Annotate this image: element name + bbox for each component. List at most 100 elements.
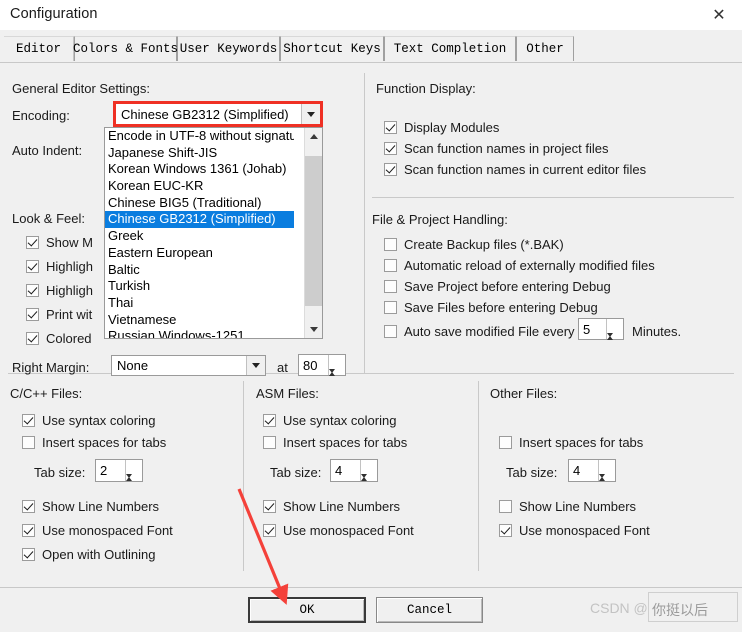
checkbox-show-m[interactable]: Show M xyxy=(26,235,93,250)
checkbox-scan-project-files[interactable]: Scan function names in project files xyxy=(384,141,609,156)
tab-text-completion[interactable]: Text Completion xyxy=(384,36,516,61)
checkbox-icon[interactable] xyxy=(26,284,39,297)
encoding-dropdown-list[interactable]: Encode in UTF-8 without signature Japanes… xyxy=(104,127,323,339)
checkbox-icon[interactable] xyxy=(26,332,39,345)
stepper-down-icon[interactable] xyxy=(329,369,345,391)
autosave-minutes-stepper[interactable]: 5 xyxy=(578,318,624,354)
dropdown-option[interactable]: Encode in UTF-8 without signature xyxy=(105,128,294,145)
checkbox-asm-monospaced[interactable]: Use monospaced Font xyxy=(263,523,414,538)
asm-tab-size-label: Tab size: xyxy=(270,465,322,480)
checkbox-highlight-1[interactable]: Highligh xyxy=(26,259,93,274)
stepper-down-icon[interactable] xyxy=(126,474,142,496)
checkbox-highlight-2[interactable]: Highligh xyxy=(26,283,93,298)
dropdown-option[interactable]: Korean EUC-KR xyxy=(105,178,294,195)
checkbox-scan-editor-files[interactable]: Scan function names in current editor fi… xyxy=(384,162,646,177)
dropdown-option[interactable]: Chinese BIG5 (Traditional) xyxy=(105,195,294,212)
checkbox-create-backup[interactable]: Create Backup files (*.BAK) xyxy=(384,237,564,252)
checkbox-icon[interactable] xyxy=(26,260,39,273)
checkbox-c-syntax-coloring[interactable]: Use syntax coloring xyxy=(22,413,155,428)
stepper-down-icon[interactable] xyxy=(361,474,377,496)
chevron-up-icon[interactable] xyxy=(305,128,322,145)
checkbox-other-insert-spaces[interactable]: Insert spaces for tabs xyxy=(499,435,643,450)
checkbox-icon[interactable] xyxy=(384,121,397,134)
checkbox-icon[interactable] xyxy=(384,163,397,176)
checkbox-icon[interactable] xyxy=(499,500,512,513)
close-icon[interactable]: ✕ xyxy=(696,0,742,30)
stepper-buttons[interactable] xyxy=(598,460,615,495)
asm-tab-size-stepper[interactable]: 4 xyxy=(330,459,378,495)
dropdown-option[interactable]: Japanese Shift-JIS xyxy=(105,145,294,162)
checkbox-icon[interactable] xyxy=(384,301,397,314)
checkbox-icon[interactable] xyxy=(384,280,397,293)
tab-user-keywords[interactable]: User Keywords xyxy=(177,36,280,61)
dropdown-option[interactable]: Greek xyxy=(105,228,294,245)
tab-editor[interactable]: Editor xyxy=(4,36,74,61)
checkbox-other-monospaced[interactable]: Use monospaced Font xyxy=(499,523,650,538)
checkbox-icon[interactable] xyxy=(22,414,35,427)
right-margin-combobox[interactable]: None xyxy=(111,355,266,376)
checkbox-save-project-debug[interactable]: Save Project before entering Debug xyxy=(384,279,611,294)
checkbox-icon[interactable] xyxy=(384,142,397,155)
checkbox-save-files-debug[interactable]: Save Files before entering Debug xyxy=(384,300,598,315)
checkbox-c-line-numbers[interactable]: Show Line Numbers xyxy=(22,499,159,514)
dropdown-option[interactable]: Baltic xyxy=(105,262,294,279)
checkbox-c-insert-spaces[interactable]: Insert spaces for tabs xyxy=(22,435,166,450)
checkbox-display-modules[interactable]: Display Modules xyxy=(384,120,499,135)
dropdown-option[interactable]: Turkish xyxy=(105,278,294,295)
stepper-down-icon[interactable] xyxy=(599,474,615,496)
checkbox-icon[interactable] xyxy=(263,414,276,427)
checkbox-icon[interactable] xyxy=(263,436,276,449)
checkbox-icon[interactable] xyxy=(22,524,35,537)
stepper-buttons[interactable] xyxy=(606,319,623,354)
checkbox-icon[interactable] xyxy=(263,500,276,513)
checkbox-auto-reload[interactable]: Automatic reload of externally modified … xyxy=(384,258,655,273)
checkbox-label: Highligh xyxy=(46,283,93,298)
cancel-button[interactable]: Cancel xyxy=(376,597,483,623)
stepper-buttons[interactable] xyxy=(360,460,377,495)
dropdown-option[interactable]: Chinese GB2312 (Simplified) xyxy=(105,211,294,229)
checkbox-icon[interactable] xyxy=(22,548,35,561)
checkbox-icon[interactable] xyxy=(499,524,512,537)
checkbox-icon[interactable] xyxy=(26,308,39,321)
checkbox-asm-insert-spaces[interactable]: Insert spaces for tabs xyxy=(263,435,407,450)
other-tab-size-stepper[interactable]: 4 xyxy=(568,459,616,495)
checkbox-icon[interactable] xyxy=(384,325,397,338)
dropdown-scrollbar[interactable] xyxy=(304,128,322,338)
checkbox-c-outlining[interactable]: Open with Outlining xyxy=(22,547,155,562)
chevron-down-icon[interactable] xyxy=(305,321,322,338)
dropdown-option[interactable]: Vietnamese xyxy=(105,312,294,329)
stepper-down-icon[interactable] xyxy=(607,333,623,355)
stepper-buttons[interactable] xyxy=(328,355,345,390)
c-tab-size-stepper[interactable]: 2 xyxy=(95,459,143,495)
checkbox-other-line-numbers[interactable]: Show Line Numbers xyxy=(499,499,636,514)
checkbox-icon[interactable] xyxy=(384,238,397,251)
checkbox-asm-syntax-coloring[interactable]: Use syntax coloring xyxy=(263,413,396,428)
checkbox-colored[interactable]: Colored xyxy=(26,331,92,346)
checkbox-icon[interactable] xyxy=(384,259,397,272)
checkbox-c-monospaced[interactable]: Use monospaced Font xyxy=(22,523,173,538)
dropdown-option[interactable]: Thai xyxy=(105,295,294,312)
dropdown-option[interactable]: Korean Windows 1361 (Johab) xyxy=(105,161,294,178)
tab-label: Text Completion xyxy=(393,42,507,56)
tab-shortcut-keys[interactable]: Shortcut Keys xyxy=(280,36,384,61)
checkbox-icon[interactable] xyxy=(22,500,35,513)
stepper-buttons[interactable] xyxy=(125,460,142,495)
scrollbar-thumb[interactable] xyxy=(305,156,322,306)
dropdown-option[interactable]: Russian Windows-1251 xyxy=(105,328,294,338)
ok-button[interactable]: OK xyxy=(248,597,366,623)
checkbox-icon[interactable] xyxy=(26,236,39,249)
chevron-down-icon[interactable] xyxy=(301,104,320,124)
chevron-down-icon[interactable] xyxy=(246,356,265,375)
title-bar: Configuration ✕ xyxy=(0,0,742,30)
checkbox-icon[interactable] xyxy=(22,436,35,449)
checkbox-asm-line-numbers[interactable]: Show Line Numbers xyxy=(263,499,400,514)
checkbox-print-with[interactable]: Print wit xyxy=(26,307,92,322)
encoding-combobox[interactable]: Chinese GB2312 (Simplified) xyxy=(115,103,321,125)
checkbox-icon[interactable] xyxy=(499,436,512,449)
tab-colors-fonts[interactable]: Colors & Fonts xyxy=(73,36,178,61)
right-margin-stepper[interactable]: 80 xyxy=(298,354,346,390)
checkbox-icon[interactable] xyxy=(263,524,276,537)
checkbox-auto-save[interactable]: Auto save modified File every xyxy=(384,324,575,339)
tab-other[interactable]: Other xyxy=(516,36,574,61)
dropdown-option[interactable]: Eastern European xyxy=(105,245,294,262)
